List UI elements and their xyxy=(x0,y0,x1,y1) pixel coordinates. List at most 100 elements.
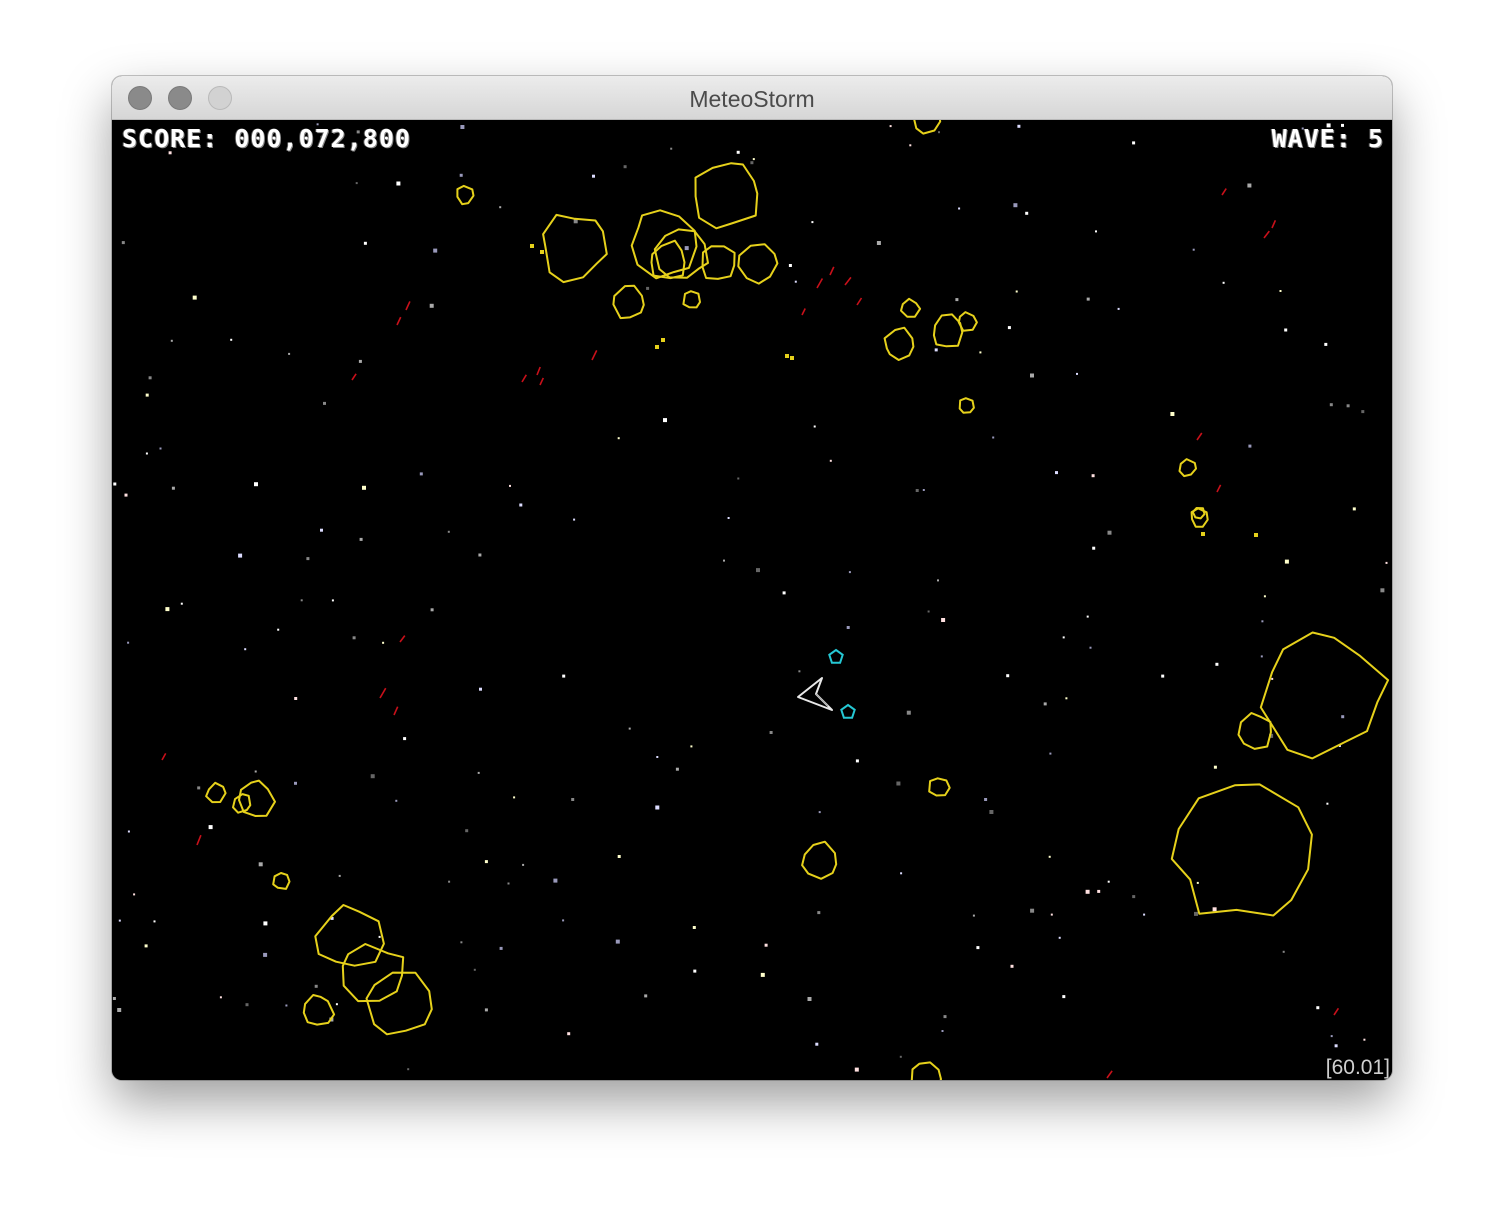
star xyxy=(314,984,318,988)
star xyxy=(760,972,765,977)
star xyxy=(300,599,303,602)
debris-streak xyxy=(1106,1070,1113,1079)
star xyxy=(941,618,946,622)
star xyxy=(1049,752,1052,755)
star xyxy=(208,825,213,830)
debris-streak xyxy=(379,687,387,699)
star xyxy=(1361,410,1365,414)
star xyxy=(1092,546,1096,550)
star xyxy=(1316,1006,1320,1010)
star xyxy=(477,771,480,774)
star xyxy=(335,1003,338,1006)
star xyxy=(509,484,511,487)
asteroid-fragment xyxy=(530,244,534,248)
star xyxy=(1282,950,1285,953)
star xyxy=(567,1032,571,1036)
star xyxy=(1043,702,1047,706)
star xyxy=(499,946,503,950)
star xyxy=(519,503,523,507)
fps-counter: [60.01] xyxy=(1325,1056,1390,1079)
star xyxy=(285,1004,288,1007)
star xyxy=(927,610,930,613)
star xyxy=(499,206,502,209)
asteroid xyxy=(801,840,838,880)
star xyxy=(148,376,152,380)
star xyxy=(571,798,575,801)
asteroid xyxy=(314,904,385,967)
star xyxy=(1279,290,1282,292)
star xyxy=(460,125,465,129)
star xyxy=(338,874,341,877)
star xyxy=(359,537,363,541)
debris-streak xyxy=(405,301,411,311)
star xyxy=(230,338,233,341)
star xyxy=(323,401,326,405)
star xyxy=(1170,412,1175,416)
star xyxy=(370,774,375,779)
star xyxy=(727,517,730,519)
star xyxy=(403,737,407,741)
star xyxy=(1006,674,1010,678)
star xyxy=(922,489,925,491)
star xyxy=(906,710,911,715)
star xyxy=(655,805,660,810)
star xyxy=(756,568,760,573)
asteroid xyxy=(900,297,922,318)
asteroid xyxy=(272,872,291,890)
star xyxy=(972,914,975,917)
star xyxy=(288,352,291,355)
asteroid xyxy=(232,793,252,814)
star xyxy=(460,941,463,944)
star xyxy=(121,241,125,245)
star xyxy=(263,921,268,926)
star xyxy=(1097,889,1101,893)
asteroid xyxy=(1237,712,1272,750)
star xyxy=(1089,646,1092,649)
star xyxy=(1261,620,1264,623)
debris-streak xyxy=(396,316,402,326)
star xyxy=(1215,662,1219,666)
star xyxy=(1329,403,1333,407)
star xyxy=(165,607,170,612)
asteroid xyxy=(612,284,645,320)
star xyxy=(807,997,812,1001)
star xyxy=(764,943,768,947)
star xyxy=(378,935,381,938)
star xyxy=(294,781,297,785)
star xyxy=(1271,677,1274,680)
star xyxy=(479,687,482,691)
asteroid xyxy=(928,777,951,797)
star xyxy=(245,1003,249,1007)
star xyxy=(254,482,258,487)
star xyxy=(117,1008,122,1012)
star xyxy=(358,359,362,363)
star xyxy=(1248,444,1252,448)
star xyxy=(798,670,801,673)
star xyxy=(628,727,631,730)
asteroid xyxy=(958,397,975,414)
star xyxy=(396,181,401,186)
star xyxy=(750,161,754,165)
star xyxy=(938,131,940,134)
star xyxy=(484,860,488,864)
star xyxy=(144,944,148,948)
asteroid xyxy=(913,120,942,135)
debris-streak xyxy=(399,635,406,643)
game-canvas[interactable]: SCORE: 000,072,800 WAVE: 5 [60.01] xyxy=(112,120,1392,1080)
star xyxy=(684,246,689,251)
debris-streak xyxy=(1333,1007,1340,1016)
star xyxy=(958,207,961,210)
star xyxy=(553,878,558,883)
asteroid xyxy=(1259,631,1390,760)
asteroid xyxy=(302,994,336,1026)
asteroid xyxy=(542,213,608,284)
asteroid xyxy=(957,311,978,332)
star xyxy=(1263,595,1266,598)
debris-streak xyxy=(539,377,545,386)
debris-streak xyxy=(351,373,357,381)
escort-drone-icon xyxy=(840,703,856,719)
star xyxy=(690,745,693,748)
debris-streak xyxy=(844,276,852,286)
star xyxy=(811,221,814,224)
title-bar[interactable]: MeteoStorm xyxy=(112,76,1392,120)
